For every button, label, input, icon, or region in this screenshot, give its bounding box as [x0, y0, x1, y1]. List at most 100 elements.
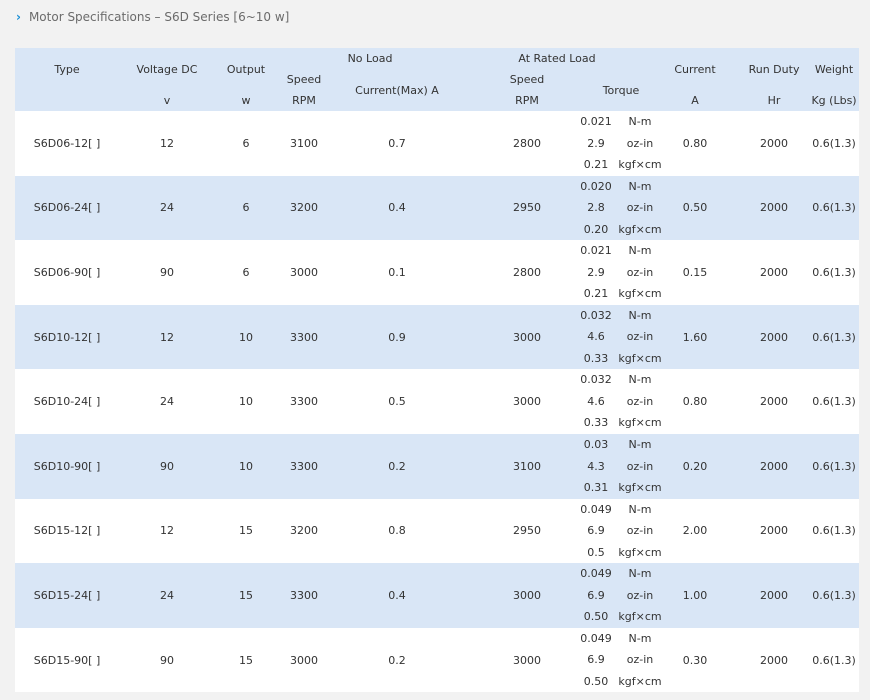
- cell-nl-current: 0.2: [388, 459, 406, 473]
- cell-weight: 0.6(1.3): [812, 524, 856, 538]
- torque-values: 0.049 N-m 6.9 oz-in 0.50 kgf×cm: [580, 628, 661, 693]
- cell-run-duty: 2000: [760, 588, 789, 602]
- torque-value: 6.9: [587, 653, 605, 667]
- cell-nl-speed: 3200: [290, 524, 318, 538]
- cell-run-duty: 2000: [760, 524, 789, 538]
- cell-voltage: 24: [160, 395, 174, 409]
- torque-unit: kgf×cm: [618, 545, 662, 559]
- torque-unit: oz-in: [626, 588, 654, 602]
- torque-unit: N-m: [628, 308, 652, 322]
- cell-torque: 0.021 N-m 2.9 oz-in 0.21 kgf×cm: [580, 240, 661, 305]
- cell-nl-speed: 3300: [290, 395, 318, 409]
- torque-value: 6.9: [587, 588, 605, 602]
- header-nl-speed-unit: RPM: [277, 90, 331, 111]
- header-rl-speed-unit: RPM: [463, 90, 591, 111]
- cell-voltage: 90: [160, 459, 174, 473]
- torque-value: 0.049: [580, 567, 612, 581]
- cell-output: 15: [239, 524, 253, 538]
- cell-nl-speed: 3200: [290, 201, 318, 215]
- cell-torque: 0.03 N-m 4.3 oz-in 0.31 kgf×cm: [584, 434, 662, 499]
- torque-values: 0.021 N-m 2.9 oz-in 0.21 kgf×cm: [580, 240, 661, 305]
- torque-value: 0.33: [583, 416, 609, 430]
- cell-voltage: 24: [160, 588, 174, 602]
- header-voltage-unit: v: [119, 90, 215, 111]
- cell-rl-speed: 3000: [513, 653, 541, 667]
- torque-unit: N-m: [628, 567, 652, 581]
- torque-value: 0.20: [583, 222, 609, 236]
- cell-rl-speed: 2800: [513, 136, 541, 150]
- torque-unit: kgf×cm: [618, 481, 662, 495]
- torque-value: 2.8: [587, 201, 605, 215]
- cell-nl-current: 0.1: [388, 265, 406, 279]
- cell-run-duty: 2000: [760, 330, 789, 344]
- torque-values: 0.03 N-m 4.3 oz-in 0.31 kgf×cm: [584, 434, 662, 499]
- cell-nl-current: 0.4: [388, 588, 406, 602]
- torque-value: 0.020: [580, 179, 612, 193]
- cell-voltage: 24: [160, 201, 174, 215]
- torque-value: 2.9: [587, 265, 605, 279]
- section-title: › Motor Specifications – S6D Series [6~1…: [0, 0, 870, 34]
- cell-type: S6D15-12[ ]: [33, 524, 101, 538]
- cell-nl-speed: 3000: [290, 265, 318, 279]
- torque-value: 2.9: [587, 136, 605, 150]
- cell-nl-speed: 3300: [290, 330, 318, 344]
- cell-torque: 0.021 N-m 2.9 oz-in 0.21 kgf×cm: [580, 111, 661, 176]
- torque-value: 0.50: [583, 610, 609, 624]
- header-current-unit: A: [651, 90, 740, 111]
- cell-rl-speed: 3000: [513, 330, 541, 344]
- cell-nl-current: 0.8: [388, 524, 406, 538]
- torque-value: 0.021: [580, 244, 612, 258]
- table-body: S6D06-12[ ] 12 6 3100 0.7 2800 0.021 N-m 2.9 oz-i…: [15, 111, 860, 693]
- table-row: S6D10-12[ ] 12 10 3300 0.9 3000 0.032 N-m 4.6 oz-…: [15, 304, 860, 370]
- header-rl-speed: Speed: [463, 69, 591, 90]
- cell-rl-speed: 3000: [513, 395, 541, 409]
- cell-nl-speed: 3000: [290, 653, 318, 667]
- torque-unit: kgf×cm: [618, 158, 662, 172]
- cell-voltage: 12: [160, 524, 174, 538]
- torque-value: 0.03: [583, 438, 609, 452]
- torque-value: 0.049: [580, 502, 612, 516]
- torque-unit: oz-in: [626, 201, 654, 215]
- chevron-right-icon: ›: [16, 10, 21, 24]
- torque-value: 0.032: [580, 373, 612, 387]
- torque-value: 4.6: [587, 394, 605, 408]
- cell-weight: 0.6(1.3): [812, 588, 856, 602]
- header-run-duty-unit: Hr: [739, 90, 810, 111]
- cell-weight: 0.6(1.3): [812, 330, 856, 344]
- torque-unit: oz-in: [626, 394, 654, 408]
- torque-value: 0.5: [587, 545, 605, 559]
- cell-run-duty: 2000: [760, 265, 789, 279]
- header-run-duty: Run Duty: [739, 48, 810, 90]
- cell-torque: 0.049 N-m 6.9 oz-in 0.5 kgf×cm: [580, 499, 661, 564]
- cell-rl-speed: 2950: [513, 201, 541, 215]
- header-nl-speed: Speed: [277, 69, 331, 90]
- cell-voltage: 12: [160, 330, 174, 344]
- cell-output: 15: [239, 588, 253, 602]
- cell-nl-current: 0.5: [388, 395, 406, 409]
- table-row: S6D10-90[ ] 90 10 3300 0.2 3100 0.03 N-m 4.3 oz-i…: [15, 433, 860, 499]
- torque-unit: kgf×cm: [618, 416, 662, 430]
- torque-unit: kgf×cm: [618, 674, 662, 688]
- section-title-text: Motor Specifications – S6D Series [6~10 …: [28, 10, 290, 24]
- torque-unit: oz-in: [626, 459, 654, 473]
- cell-nl-current: 0.4: [388, 201, 406, 215]
- torque-unit: kgf×cm: [618, 351, 662, 365]
- cell-run-duty: 2000: [760, 136, 789, 150]
- table-row: S6D15-24[ ] 24 15 3300 0.4 3000 0.049 N-m 6.9 oz-…: [15, 563, 860, 628]
- torque-unit: oz-in: [626, 653, 654, 667]
- torque-value: 0.021: [580, 115, 612, 129]
- cell-weight: 0.6(1.3): [812, 201, 856, 215]
- torque-value: 0.50: [583, 674, 609, 688]
- torque-unit: oz-in: [626, 524, 654, 538]
- cell-type: S6D10-90[ ]: [33, 459, 101, 473]
- header-type: Type: [15, 48, 119, 90]
- cell-torque: 0.032 N-m 4.6 oz-in 0.33 kgf×cm: [580, 305, 661, 370]
- header-weight: Weight: [809, 48, 860, 90]
- header-output: Output: [215, 48, 277, 90]
- cell-type: S6D15-24[ ]: [33, 588, 101, 602]
- torque-value: 0.31: [583, 481, 609, 495]
- cell-nl-current: 0.2: [388, 653, 406, 667]
- cell-nl-speed: 3100: [290, 136, 318, 150]
- torque-values: 0.020 N-m 2.8 oz-in 0.20 kgf×cm: [580, 176, 661, 241]
- cell-rl-speed: 2800: [513, 265, 541, 279]
